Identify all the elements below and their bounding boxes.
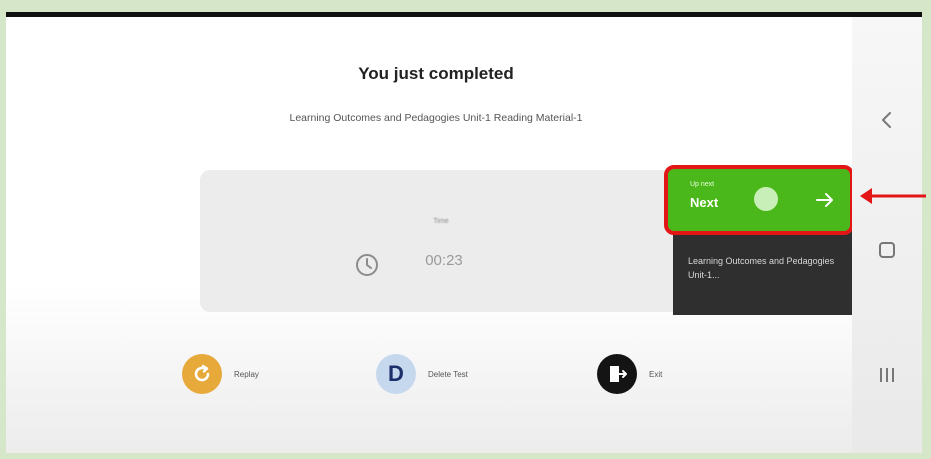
time-summary-card xyxy=(200,170,690,312)
square-icon xyxy=(879,242,895,258)
system-navigation-bar xyxy=(852,17,922,453)
next-button[interactable]: Up next Next xyxy=(664,165,854,235)
completion-title: You just completed xyxy=(358,64,514,83)
time-value: 00:23 xyxy=(425,252,463,269)
recents-button[interactable] xyxy=(874,362,900,388)
time-label: Time xyxy=(433,218,449,225)
chevron-left-icon xyxy=(882,112,891,128)
delete-test-label: Delete Test xyxy=(428,369,468,379)
touch-indicator xyxy=(754,187,778,211)
recents-icon xyxy=(880,368,894,382)
completed-item-name: Learning Outcomes and Pedagogies Unit-1 … xyxy=(289,112,583,124)
exit-label: Exit xyxy=(649,369,663,379)
delete-test-badge: D xyxy=(376,354,416,394)
replay-action[interactable]: Replay xyxy=(182,354,259,394)
next-button-label: Next xyxy=(690,195,719,210)
pointer-arrow-annotation xyxy=(860,188,926,204)
clock-icon xyxy=(356,254,378,276)
app-screen: You just completed Learning Outcomes and… xyxy=(6,12,922,453)
replay-label: Replay xyxy=(234,369,259,379)
next-item-description[interactable]: Learning Outcomes and Pedagogies Unit-1.… xyxy=(688,254,843,282)
arrow-right-icon xyxy=(816,193,833,207)
back-button[interactable] xyxy=(874,107,900,133)
home-button[interactable] xyxy=(874,237,900,263)
exit-action[interactable]: Exit xyxy=(597,354,662,394)
delete-test-action[interactable]: D Delete Test xyxy=(376,354,468,394)
top-bar xyxy=(6,12,922,17)
up-next-label: Up next xyxy=(690,181,715,188)
exit-icon xyxy=(597,354,637,394)
replay-icon xyxy=(182,354,222,394)
